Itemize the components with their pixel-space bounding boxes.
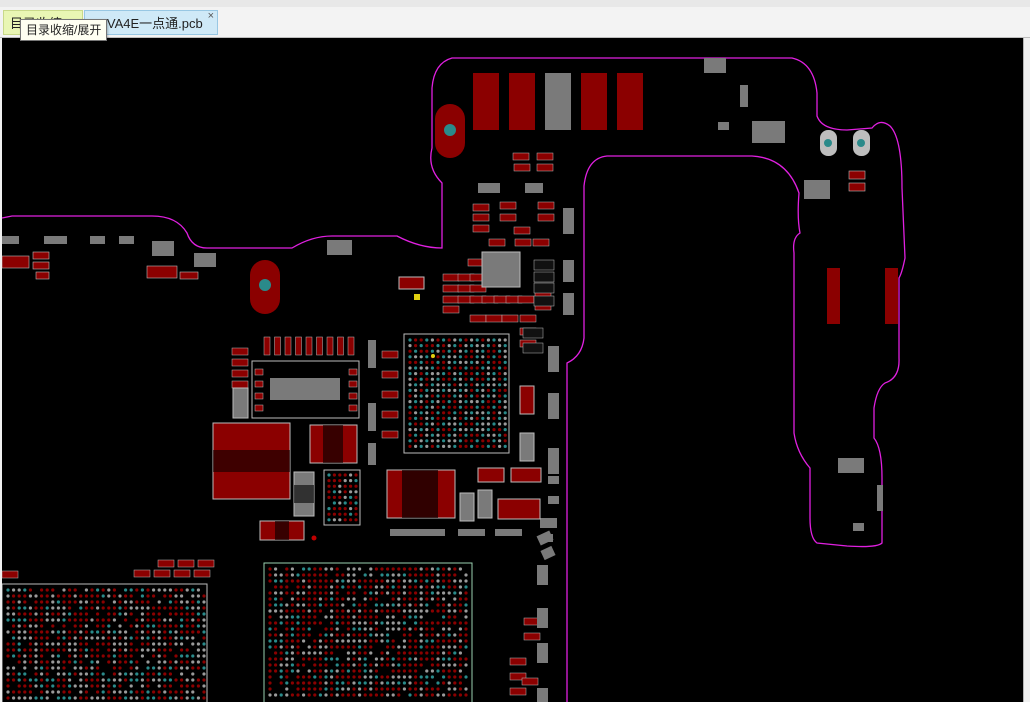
tooltip: 目录收缩/展开 bbox=[20, 19, 108, 41]
vertical-scrollbar[interactable] bbox=[1023, 38, 1030, 702]
document-tab-bar: 目录收缩 A2VA4E一点通.pcb × bbox=[0, 7, 1030, 38]
tab-pcb-file-label: A2VA4E一点通.pcb bbox=[91, 16, 203, 31]
pcb-canvas[interactable] bbox=[2, 38, 1023, 702]
close-icon[interactable]: × bbox=[208, 4, 214, 29]
